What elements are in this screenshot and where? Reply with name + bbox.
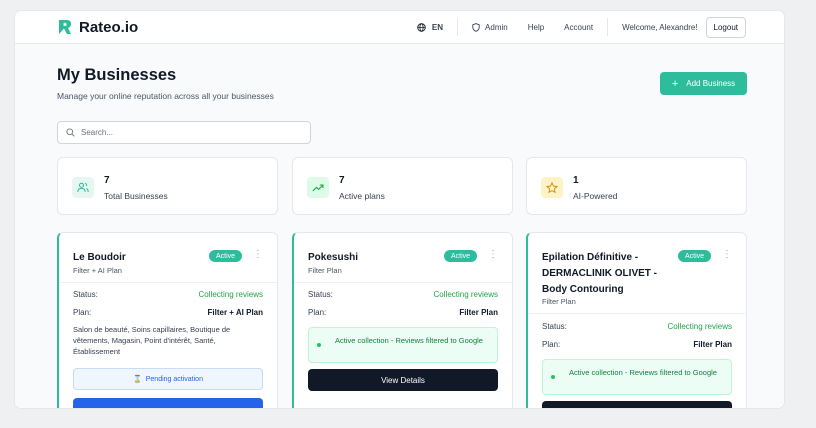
plan-row: Plan: Filter Plan: [542, 340, 732, 349]
nav-menu: EN Admin Help Account Welcome, Alexandre…: [417, 16, 746, 38]
business-name: Epilation Définitive - DERMACLINIK OLIVE…: [542, 252, 657, 295]
search-input[interactable]: [81, 128, 281, 137]
nav-admin[interactable]: Admin: [458, 23, 518, 32]
plan-label: Plan:: [73, 308, 92, 317]
stat-label: Active plans: [339, 191, 385, 201]
business-plan-subtitle: Filter Plan: [542, 297, 576, 306]
business-card[interactable]: Epilation Définitive - DERMACLINIK OLIVE…: [526, 232, 747, 408]
divider: [528, 313, 746, 314]
active-dot-icon: [317, 343, 321, 347]
nav-account[interactable]: Account: [554, 23, 603, 32]
status-value: Collecting reviews: [198, 290, 263, 299]
pending-activation-notice: ⌛ Pending activation: [73, 368, 263, 390]
logout-button[interactable]: Logout: [705, 16, 746, 38]
view-details-button[interactable]: [542, 401, 732, 408]
plan-row: Plan: Filter + AI Plan: [73, 308, 263, 317]
more-options-icon[interactable]: ⋮: [253, 249, 263, 261]
app-window: Rateo.io EN Admin Help Account Welcome, …: [15, 11, 784, 408]
welcome-text: Welcome, Alexandre!: [622, 22, 698, 32]
search-icon: [66, 128, 75, 137]
star-icon: [541, 177, 563, 198]
shield-icon: [472, 22, 480, 32]
stat-label: AI-Powered: [573, 191, 618, 201]
page-title: My Businesses: [57, 66, 177, 84]
stat-ai-powered: 1 AI-Powered: [526, 157, 747, 215]
status-row: Status: Collecting reviews: [73, 290, 263, 299]
business-card[interactable]: Pokesushi Filter Plan Active ⋮ Status: C…: [292, 232, 513, 408]
view-details-button[interactable]: View Details: [308, 369, 498, 391]
more-options-icon[interactable]: ⋮: [722, 249, 732, 261]
business-name: Le Boudoir: [73, 252, 126, 263]
language-code: EN: [431, 22, 444, 32]
nav-admin-label: Admin: [485, 22, 508, 32]
activate-button[interactable]: [73, 398, 263, 408]
collection-notice: Active collection - Reviews filtered to …: [308, 327, 498, 363]
plan-value: Filter Plan: [693, 340, 732, 349]
collection-text: Active collection - Reviews filtered to …: [569, 368, 717, 377]
stat-value: 7: [339, 175, 345, 186]
plan-value: Filter + AI Plan: [207, 308, 264, 317]
logo-icon: [59, 20, 71, 34]
page-subtitle: Manage your online reputation across all…: [57, 91, 274, 101]
brand-name: Rateo.io: [79, 18, 139, 36]
more-options-icon[interactable]: ⋮: [488, 249, 498, 261]
status-badge: Active: [209, 250, 243, 262]
plus-icon: +: [671, 77, 679, 90]
status-row: Status: Collecting reviews: [542, 322, 732, 331]
globe-icon: [417, 22, 426, 32]
status-badge: Active: [444, 250, 478, 262]
divider: [294, 282, 512, 283]
business-plan-subtitle: Filter Plan: [308, 266, 342, 275]
nav-divider: [607, 18, 609, 36]
stat-value: 1: [573, 175, 579, 186]
stat-total-businesses: 7 Total Businesses: [57, 157, 278, 215]
status-label: Status:: [542, 322, 567, 331]
status-badge: Active: [678, 250, 712, 262]
brand-logo[interactable]: Rateo.io: [57, 19, 138, 36]
users-icon: [72, 177, 94, 198]
stat-label: Total Businesses: [104, 191, 168, 201]
add-business-label: Add Business: [686, 79, 736, 88]
business-name: Pokesushi: [308, 252, 359, 263]
search-box: [57, 121, 311, 144]
hourglass-icon: ⌛: [133, 376, 142, 383]
status-label: Status:: [73, 290, 98, 299]
stat-value: 7: [104, 175, 110, 186]
status-value: Collecting reviews: [667, 322, 732, 331]
plan-row: Plan: Filter Plan: [308, 308, 498, 317]
collection-text: Active collection - Reviews filtered to …: [335, 336, 483, 345]
divider: [59, 282, 277, 283]
collection-notice: Active collection - Reviews filtered to …: [542, 359, 732, 395]
plan-value: Filter Plan: [459, 308, 498, 317]
nav-help-label: Help: [527, 22, 545, 32]
business-categories: Salon de beauté, Soins capillaires, Bout…: [73, 325, 231, 356]
language-selector[interactable]: EN: [417, 18, 459, 36]
status-label: Status:: [308, 290, 333, 299]
plan-label: Plan:: [308, 308, 327, 317]
nav-help[interactable]: Help: [518, 23, 554, 32]
add-business-button[interactable]: + Add Business: [660, 72, 747, 95]
status-row: Status: Collecting reviews: [308, 290, 498, 299]
nav-account-label: Account: [564, 22, 594, 32]
business-plan-subtitle: Filter + AI Plan: [73, 266, 122, 275]
status-value: Collecting reviews: [433, 290, 498, 299]
pending-text: Pending activation: [145, 375, 203, 383]
plan-label: Plan:: [542, 340, 561, 349]
active-dot-icon: [551, 375, 555, 379]
trending-up-icon: [307, 177, 329, 198]
business-card[interactable]: Le Boudoir Filter + AI Plan Active ⋮ Sta…: [57, 232, 278, 408]
top-navbar: Rateo.io EN Admin Help Account Welcome, …: [15, 11, 784, 44]
stat-active-plans: 7 Active plans: [292, 157, 513, 215]
